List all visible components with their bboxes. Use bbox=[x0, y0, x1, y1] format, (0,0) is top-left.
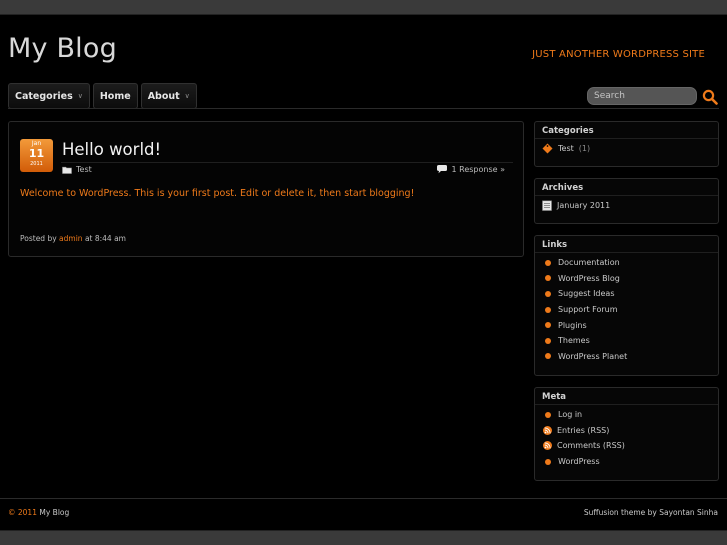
archive-item[interactable]: January 2011 bbox=[542, 198, 711, 214]
footer-year: © 2011 bbox=[8, 508, 37, 517]
bullet-icon bbox=[545, 322, 551, 329]
footer-copyright: © 2011 My Blog bbox=[8, 508, 69, 517]
nav-item-about[interactable]: About ∨ bbox=[140, 83, 197, 109]
site-title[interactable]: My Blog bbox=[8, 33, 117, 64]
widget-title: Categories bbox=[535, 122, 718, 139]
nav-item-home[interactable]: Home bbox=[92, 83, 138, 109]
widget-title: Meta bbox=[535, 388, 718, 405]
link-label[interactable]: WordPress Blog bbox=[558, 274, 620, 283]
post-title[interactable]: Hello world! bbox=[62, 140, 161, 159]
rss-icon bbox=[543, 441, 552, 451]
link-item[interactable]: WordPress Planet bbox=[542, 349, 711, 365]
calendar-icon bbox=[542, 200, 552, 212]
meta-link[interactable]: Comments (RSS) bbox=[557, 441, 625, 450]
post-date-badge: Jan 11 2011 bbox=[20, 139, 53, 172]
bullet-icon bbox=[545, 259, 551, 266]
posted-by-label: Posted by bbox=[20, 234, 57, 243]
post-footer: Posted by admin at 8:44 am bbox=[20, 234, 126, 243]
search-input[interactable] bbox=[587, 87, 697, 105]
widget-meta: Meta Log in Entries (RSS) Comments (RSS)… bbox=[534, 387, 719, 481]
widget-links: Links Documentation WordPress Blog Sugge… bbox=[534, 235, 719, 376]
link-item[interactable]: Documentation bbox=[542, 255, 711, 271]
nav-divider bbox=[8, 108, 719, 109]
page-container: My Blog JUST ANOTHER WORDPRESS SITE Cate… bbox=[0, 14, 727, 531]
post-responses: 1 Response » bbox=[436, 164, 506, 174]
search-icon[interactable] bbox=[702, 89, 718, 105]
link-label[interactable]: WordPress Planet bbox=[558, 352, 627, 361]
footer-site-link[interactable]: My Blog bbox=[39, 508, 69, 517]
folder-icon bbox=[62, 166, 72, 174]
author-link[interactable]: admin bbox=[59, 234, 83, 243]
nav-item-label: Home bbox=[99, 90, 131, 102]
footer-credit[interactable]: Suffusion theme by Sayontan Sinha bbox=[584, 508, 718, 517]
link-item[interactable]: Support Forum bbox=[542, 302, 711, 318]
bullet-icon bbox=[545, 306, 551, 313]
widget-archives: Archives January 2011 bbox=[534, 178, 719, 224]
post-category-link[interactable]: Test bbox=[76, 165, 92, 174]
bullet-icon bbox=[545, 275, 551, 282]
widget-title: Archives bbox=[535, 179, 718, 196]
post-category: Test bbox=[62, 165, 92, 174]
posted-time: at 8:44 am bbox=[84, 234, 126, 243]
post-responses-link[interactable]: 1 Response » bbox=[452, 165, 506, 174]
chevron-down-icon: ∨ bbox=[184, 92, 190, 100]
meta-item[interactable]: Comments (RSS) bbox=[542, 438, 711, 454]
link-item[interactable]: Themes bbox=[542, 333, 711, 349]
date-day: 11 bbox=[28, 147, 45, 160]
footer-divider bbox=[0, 498, 727, 499]
comment-icon bbox=[436, 165, 447, 174]
category-item[interactable]: Test (1) bbox=[542, 141, 711, 157]
widget-title: Links bbox=[535, 236, 718, 253]
bullet-icon bbox=[545, 353, 551, 360]
link-label[interactable]: Support Forum bbox=[558, 305, 618, 314]
meta-item[interactable]: Entries (RSS) bbox=[542, 423, 711, 439]
meta-link[interactable]: Log in bbox=[558, 410, 582, 419]
bullet-icon bbox=[545, 411, 551, 418]
post-article: Jan 11 2011 Hello world! Test 1 Response… bbox=[8, 121, 524, 257]
site-tagline: JUST ANOTHER WORDPRESS SITE bbox=[532, 49, 705, 60]
link-label[interactable]: Documentation bbox=[558, 258, 620, 267]
link-item[interactable]: Plugins bbox=[542, 317, 711, 333]
link-item[interactable]: Suggest Ideas bbox=[542, 286, 711, 302]
link-item[interactable]: WordPress Blog bbox=[542, 271, 711, 287]
meta-link[interactable]: WordPress bbox=[558, 457, 600, 466]
link-label[interactable]: Plugins bbox=[558, 321, 587, 330]
meta-item[interactable]: WordPress bbox=[542, 454, 711, 470]
post-content: Welcome to WordPress. This is your first… bbox=[20, 188, 415, 199]
meta-item[interactable]: Log in bbox=[542, 407, 711, 423]
nav-item-categories[interactable]: Categories ∨ bbox=[8, 83, 90, 109]
tag-icon bbox=[542, 143, 553, 154]
rss-icon bbox=[543, 425, 552, 435]
category-link[interactable]: Test bbox=[558, 144, 574, 153]
date-year: 2011 bbox=[30, 161, 43, 167]
chevron-down-icon: ∨ bbox=[77, 92, 83, 100]
post-meta-divider bbox=[61, 162, 513, 163]
bullet-icon bbox=[545, 458, 551, 465]
archive-link[interactable]: January 2011 bbox=[557, 201, 610, 210]
link-label[interactable]: Themes bbox=[558, 336, 590, 345]
link-label[interactable]: Suggest Ideas bbox=[558, 289, 615, 298]
bullet-icon bbox=[545, 290, 551, 297]
nav-item-label: About bbox=[147, 90, 180, 102]
main-nav: Categories ∨ Home About ∨ bbox=[8, 83, 197, 109]
nav-item-label: Categories bbox=[15, 90, 73, 102]
meta-link[interactable]: Entries (RSS) bbox=[557, 426, 609, 435]
bullet-icon bbox=[545, 337, 551, 344]
widget-categories: Categories Test (1) bbox=[534, 121, 719, 167]
category-count: (1) bbox=[578, 144, 591, 154]
